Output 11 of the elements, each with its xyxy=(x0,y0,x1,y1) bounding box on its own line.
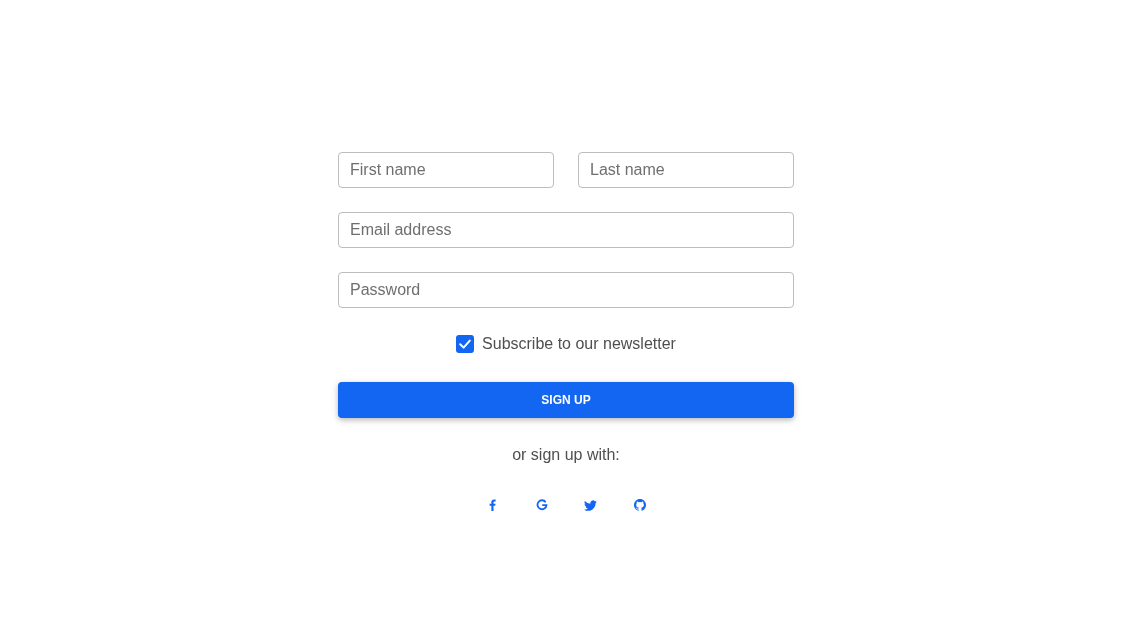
newsletter-label: Subscribe to our newsletter xyxy=(482,334,676,354)
bird-icon xyxy=(584,499,597,511)
last-name-field[interactable]: Last name xyxy=(578,152,794,188)
sign-up-button[interactable]: SIGN UP xyxy=(338,382,794,418)
first-name-field[interactable]: First name xyxy=(338,152,554,188)
password-field[interactable]: Password xyxy=(338,272,794,308)
g-letter-icon xyxy=(535,499,548,511)
social-prompt-text: or sign up with: xyxy=(511,445,621,465)
newsletter-checkbox[interactable] xyxy=(456,335,475,353)
email-field[interactable]: Email address xyxy=(338,212,794,248)
f-letter-icon xyxy=(489,499,496,511)
